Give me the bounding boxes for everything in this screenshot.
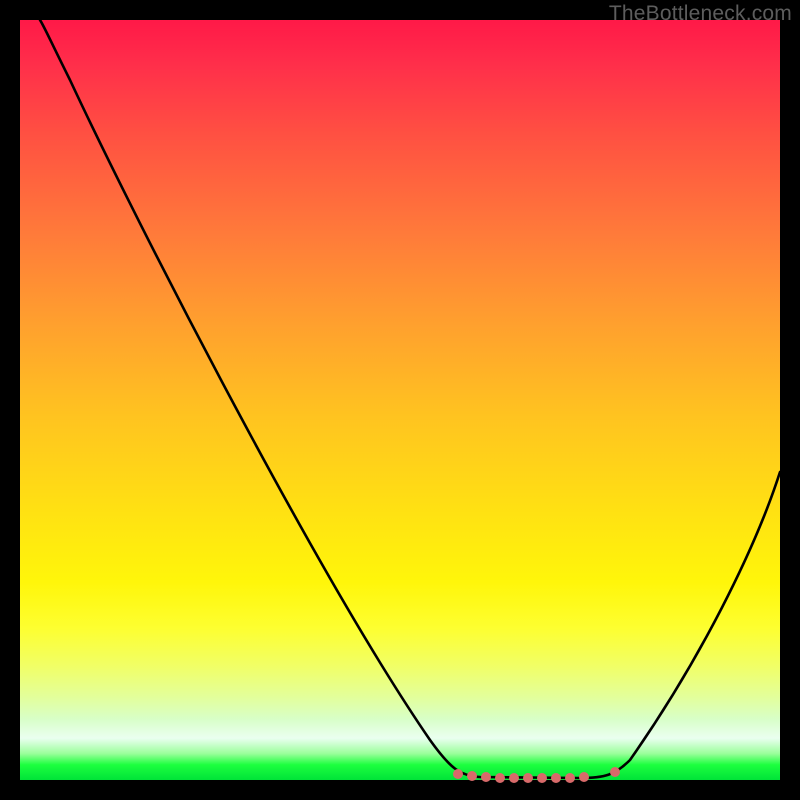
watermark-text: TheBottleneck.com	[609, 2, 792, 26]
curve-layer	[20, 20, 780, 780]
plot-area	[20, 20, 780, 780]
bottleneck-curve	[40, 20, 780, 778]
chart-frame: TheBottleneck.com	[0, 0, 800, 800]
optimal-marker-dots	[453, 767, 620, 783]
